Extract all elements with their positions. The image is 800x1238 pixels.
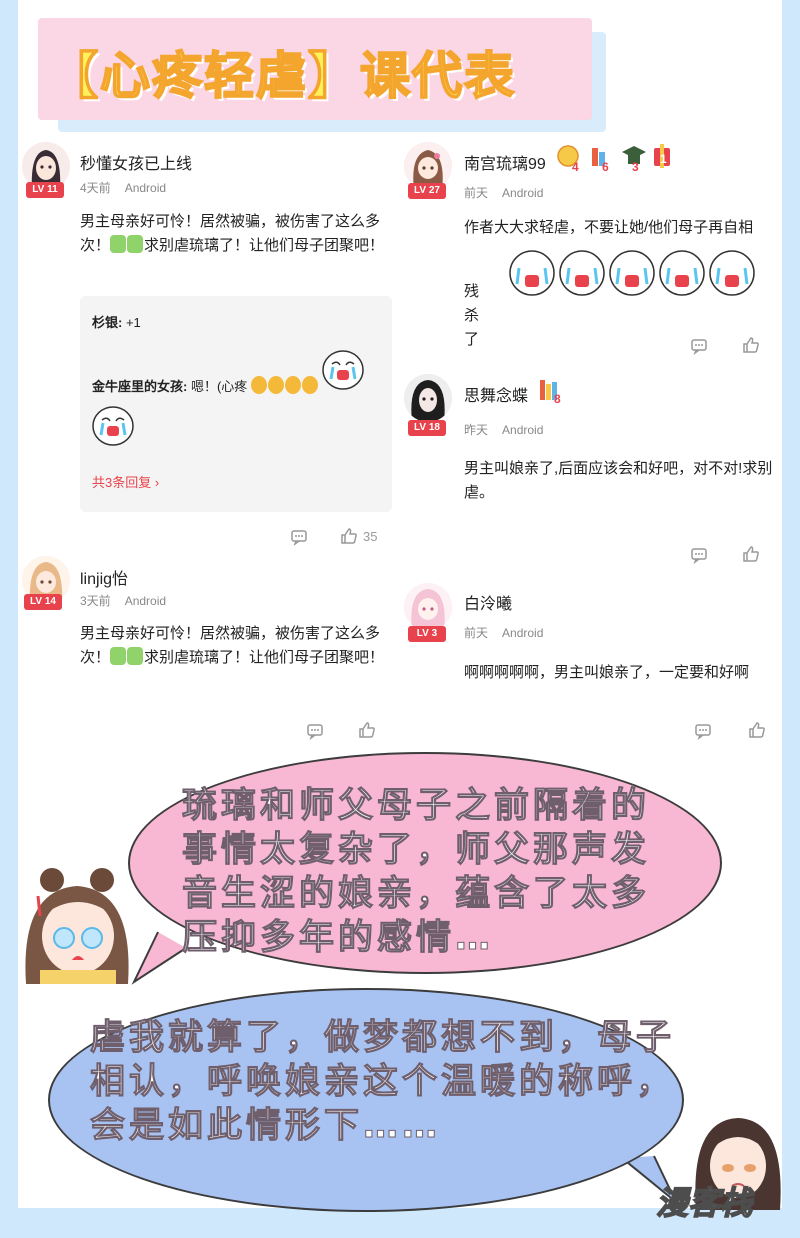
comment-icon[interactable] bbox=[690, 337, 708, 355]
frame-right bbox=[782, 0, 800, 1238]
comment-text-part2: 求别虐琉璃了！让他们母子团聚吧！ bbox=[144, 649, 385, 666]
level-badge: LV 11 bbox=[26, 182, 64, 198]
comment-time: 3天前 bbox=[80, 594, 111, 608]
like-icon[interactable] bbox=[340, 527, 358, 545]
comment-icon[interactable] bbox=[306, 722, 324, 740]
bubble-pink-tail bbox=[131, 931, 187, 985]
comment-text: 作者大大求轻虐，不要让她/他们母子再自相 bbox=[464, 219, 754, 236]
bubble-blue-text: 虐我就算了，做梦都想不到，母子相认，呼唤娘亲这个温暖的称呼，会是如此情形下…… bbox=[90, 1018, 676, 1147]
reply-text: 嗯！(心疼 bbox=[187, 379, 248, 394]
comment-icon[interactable] bbox=[690, 546, 708, 564]
crying-emoji-icon bbox=[250, 376, 267, 394]
badge-count: 4 bbox=[572, 160, 579, 174]
crying-sticker-icon bbox=[322, 350, 364, 390]
reply-author[interactable]: 杉银: bbox=[92, 315, 122, 330]
user-badges: 4 6 3 1 bbox=[556, 142, 676, 181]
reply-more-link[interactable]: 共3条回复 › bbox=[92, 472, 159, 491]
page-title: 【心疼轻虐】课代表 bbox=[47, 46, 516, 106]
comment-platform: Android bbox=[502, 626, 544, 640]
comment-platform: Android bbox=[124, 594, 167, 608]
username[interactable]: 南宫琉璃99 bbox=[464, 150, 546, 174]
comment-text-part2: 求别虐琉璃了！让他们母子团聚吧！ bbox=[144, 237, 385, 254]
comment-time: 4天前 bbox=[80, 181, 111, 195]
like-icon[interactable] bbox=[742, 545, 760, 563]
username[interactable]: linjig怡 bbox=[80, 565, 128, 589]
comment-text: 男主母亲好可怜！居然被骗，被伤害了这么多次！ 求别虐琉璃了！让他们母子团聚吧！ bbox=[80, 622, 392, 670]
reply-2: 金牛座里的女孩: 嗯！(心疼 bbox=[92, 376, 319, 395]
level-badge: LV 14 bbox=[24, 594, 62, 610]
crying-girl-character-icon bbox=[25, 868, 129, 984]
badge-count: 8 bbox=[554, 392, 561, 406]
level-badge: LV 27 bbox=[408, 183, 446, 199]
comment-icon[interactable] bbox=[290, 528, 308, 546]
like-icon[interactable] bbox=[742, 336, 760, 354]
comment-time: 昨天 bbox=[464, 423, 489, 437]
comment-time: 前天 bbox=[464, 186, 489, 200]
comment-meta: 前天 Android bbox=[464, 624, 557, 641]
crying-emoji-icon bbox=[267, 376, 284, 394]
like-count: 35 bbox=[363, 529, 378, 544]
like-icon[interactable] bbox=[358, 721, 376, 739]
crying-sticker-icon bbox=[509, 250, 555, 296]
username[interactable]: 秒懂女孩已上线 bbox=[80, 150, 192, 174]
reply-text: +1 bbox=[122, 315, 141, 330]
comment-meta: 昨天 Android bbox=[464, 421, 557, 438]
comment-text: 啊啊啊啊啊，男主叫娘亲了，一定要和好啊 bbox=[464, 664, 750, 681]
comment-platform: Android bbox=[502, 186, 544, 200]
sticker-row bbox=[506, 244, 766, 302]
comment-time: 前天 bbox=[464, 626, 489, 640]
badge-count: 1 bbox=[660, 152, 667, 166]
gift-emoji-icon bbox=[127, 647, 144, 665]
comment-meta: 4天前 Android bbox=[80, 179, 180, 196]
avatar[interactable] bbox=[404, 583, 452, 631]
comment-meta: 前天 Android bbox=[464, 184, 557, 201]
gift-emoji-icon bbox=[110, 235, 127, 253]
comment-text: 男主母亲好可怜！居然被骗，被伤害了这么多次！ 求别虐琉璃了！让他们母子团聚吧！ bbox=[80, 210, 392, 258]
bubble-pink-text: 琉璃和师父母子之前隔着的事情太复杂了，师父那声发音生涩的娘亲，蕴含了太多压抑多年… bbox=[182, 786, 651, 959]
user-badges: 8 bbox=[538, 376, 564, 413]
reply-box: 杉银: +1 金牛座里的女孩: 嗯！(心疼 共3条回复 › bbox=[80, 296, 392, 512]
comment-platform: Android bbox=[124, 181, 167, 195]
comment-icon[interactable] bbox=[694, 722, 712, 740]
reply-author[interactable]: 金牛座里的女孩: bbox=[92, 379, 187, 394]
sad-emoji-icon bbox=[284, 376, 301, 394]
crying-sticker-icon bbox=[92, 406, 134, 446]
like-icon[interactable] bbox=[748, 721, 766, 739]
username[interactable]: 思舞念蝶 bbox=[464, 382, 528, 406]
gift-emoji-icon bbox=[127, 235, 144, 253]
level-badge: LV 18 bbox=[408, 420, 446, 436]
gift-emoji-icon bbox=[110, 647, 127, 665]
username[interactable]: 白泠曦 bbox=[464, 590, 512, 614]
comment-text: 男主叫娘亲了,后面应该会和好吧，对不对!求别虐。 bbox=[464, 460, 773, 501]
frame-left bbox=[0, 0, 18, 1238]
comment-meta: 3天前 Android bbox=[80, 592, 180, 609]
sad-emoji-icon bbox=[301, 376, 318, 394]
comment-platform: Android bbox=[502, 423, 544, 437]
avatar[interactable] bbox=[404, 374, 452, 422]
badge-count: 6 bbox=[602, 160, 609, 174]
badge-count: 3 bbox=[632, 160, 639, 174]
watermark-logo: 漫客栈 bbox=[655, 1183, 753, 1223]
level-badge: LV 3 bbox=[408, 626, 446, 642]
reply-1: 杉银: +1 bbox=[92, 312, 141, 331]
comment-text-tail: 残杀了 bbox=[464, 283, 480, 348]
